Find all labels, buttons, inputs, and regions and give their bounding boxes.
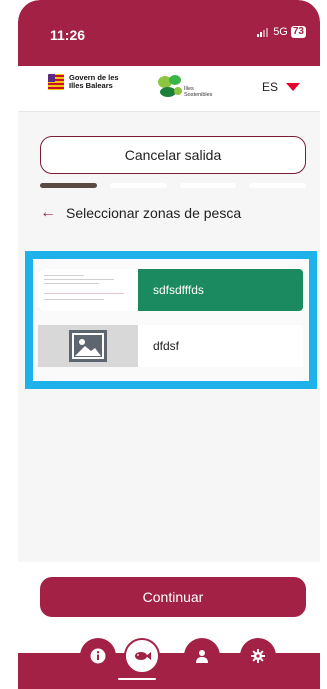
app-header: Govern de les Illes Balears Illes Sosten… [18,66,320,112]
nav-settings[interactable] [240,638,276,674]
zone-list-highlight: sdfsdfffds dfdsf [25,251,317,389]
chevron-down-icon [286,83,300,91]
zone-item-selected[interactable]: sdfsdfffds [38,269,303,311]
image-placeholder-icon [69,330,107,362]
progress-step-1 [40,183,97,188]
status-indicators: 5G 73 [257,26,306,38]
nav-fishing[interactable] [124,638,160,674]
progress-step-2 [109,183,167,188]
info-icon [90,648,106,664]
govern-line-2: Illes Balears [69,81,113,90]
balearic-flag-icon [48,74,64,90]
language-label: ES [261,80,278,94]
illes-sostenibles-logo-icon [158,75,182,97]
zone-list: sdfsdfffds dfdsf [33,259,309,381]
fish-icon [135,652,151,660]
page-title: Seleccionar zonas de pesca [66,205,242,221]
back-arrow-icon[interactable]: ← [40,204,56,222]
nav-profile[interactable] [184,638,220,674]
language-selector[interactable]: ES [262,80,300,94]
settings-icon [251,649,265,663]
zone-item[interactable]: dfdsf [38,325,303,367]
home-indicator [118,678,156,680]
illes-sostenibles-label: Illes Sostenibles [184,86,212,98]
title-row: ← Seleccionar zonas de pesca [40,204,241,222]
battery-icon: 73 [290,26,306,38]
network-label: 5G [273,26,288,38]
nav-info[interactable] [80,638,116,674]
progress-step-3 [179,183,237,188]
zone-thumbnail-placeholder [38,325,138,367]
status-bar: 11:26 5G 73 [18,0,320,66]
zone-label: dfdsf [153,339,180,353]
step-progress [40,183,306,188]
user-icon [196,650,208,663]
continue-button[interactable]: Continuar [40,577,306,617]
govern-logo: Govern de les Illes Balears [48,74,119,90]
cancel-exit-button[interactable]: Cancelar salida [40,136,306,174]
illes-line-2: Sostenibles [184,92,213,98]
zone-thumbnail [38,269,138,311]
signal-icon [257,27,269,37]
progress-step-4 [249,183,306,188]
status-time: 11:26 [50,27,86,43]
zone-label: sdfsdfffds [153,283,204,297]
